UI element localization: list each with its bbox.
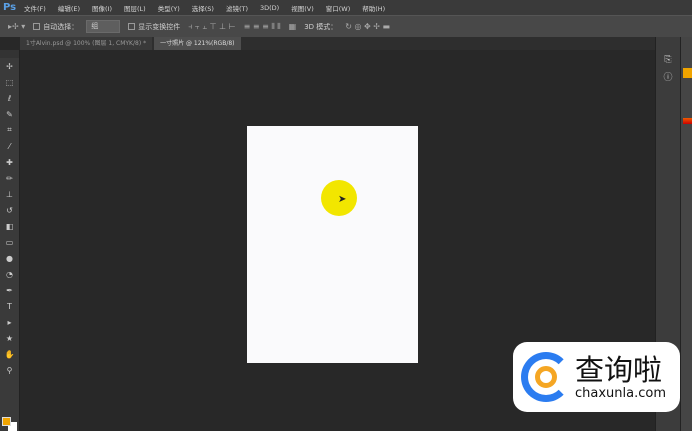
- menu-help[interactable]: 帮助(H): [362, 3, 385, 13]
- chaxunla-logo-icon: [521, 352, 571, 402]
- zoom-tool-icon[interactable]: ⚲: [0, 362, 19, 378]
- auto-select-dropdown[interactable]: 组: [86, 20, 121, 33]
- menu-window[interactable]: 窗口(W): [326, 3, 351, 13]
- move-tool-icon[interactable]: ✢: [0, 58, 19, 74]
- watermark: 查询啦 chaxunla.com: [513, 342, 680, 412]
- menu-filter[interactable]: 滤镜(T): [226, 3, 248, 13]
- document-canvas[interactable]: [247, 126, 418, 363]
- foreground-color-swatch[interactable]: [2, 417, 11, 426]
- shape-tool-icon[interactable]: ★: [0, 330, 19, 346]
- eyedropper-tool-icon[interactable]: ⁄: [0, 138, 19, 154]
- menu-image[interactable]: 图像(I): [92, 3, 112, 13]
- 3d-mode-label: 3D 模式：: [304, 22, 338, 31]
- options-bar: ▸✢ ▾ 自动选择： 组 显示变换控件 ⫞ ⫟ ⫠ ⊤ ⊥ ⊢ ≡ ≡ ≡ ⫴ …: [0, 15, 692, 37]
- distribute-buttons-icon[interactable]: ≡ ≡ ≡ ⫴ ⫴: [244, 22, 281, 32]
- tools-panel: ✢ ⬚ ℓ ✎ ⌗ ⁄ ✚ ✏ ⊥ ↺ ◧ ▭ ● ◔ ✒ T ▸ ★ ✋ ⚲: [0, 50, 20, 431]
- history-brush-icon[interactable]: ↺: [0, 202, 19, 218]
- watermark-domain: chaxunla.com: [575, 385, 666, 401]
- crop-tool-icon[interactable]: ⌗: [0, 122, 19, 138]
- menu-type[interactable]: 类型(Y): [158, 3, 180, 13]
- tab-yicun-zhaopian[interactable]: 一寸照片 @ 121%(RGB/8): [154, 37, 241, 50]
- auto-select-label: 自动选择：: [43, 22, 79, 31]
- color-panel-swatch[interactable]: [683, 68, 692, 78]
- mouse-cursor-icon: ➤: [338, 194, 347, 205]
- menu-edit[interactable]: 编辑(E): [58, 3, 80, 13]
- quick-select-tool-icon[interactable]: ✎: [0, 106, 19, 122]
- type-tool-icon[interactable]: T: [0, 298, 19, 314]
- align-buttons-icon[interactable]: ⫞ ⫟ ⫠ ⊤ ⊥ ⊢: [188, 22, 235, 32]
- marquee-tool-icon[interactable]: ⬚: [0, 74, 19, 90]
- auto-select-checkbox[interactable]: 自动选择：: [33, 22, 78, 32]
- brush-tool-icon[interactable]: ✏: [0, 170, 19, 186]
- tab-1cun-alvin[interactable]: 1寸Alvin.psd @ 100% (图层 1, CMYK/8) *: [20, 37, 153, 50]
- swatch-gradient[interactable]: [683, 118, 692, 124]
- healing-brush-icon[interactable]: ✚: [0, 154, 19, 170]
- auto-align-icon[interactable]: ▦: [289, 22, 297, 31]
- checkbox-icon: [128, 23, 136, 30]
- menu-3d[interactable]: 3D(D): [260, 4, 279, 12]
- gradient-tool-icon[interactable]: ▭: [0, 234, 19, 250]
- menu-file[interactable]: 文件(F): [24, 3, 46, 13]
- pen-tool-icon[interactable]: ✒: [0, 282, 19, 298]
- blur-tool-icon[interactable]: ●: [0, 250, 19, 266]
- path-select-tool-icon[interactable]: ▸: [0, 314, 19, 330]
- lasso-tool-icon[interactable]: ℓ: [0, 90, 19, 106]
- menu-bar: Ps 文件(F) 编辑(E) 图像(I) 图层(L) 类型(Y) 选择(S) 滤…: [0, 0, 692, 15]
- right-panel: [680, 37, 692, 431]
- info-panel-icon[interactable]: ⓘ: [656, 68, 680, 85]
- history-panel-icon[interactable]: ⎘: [656, 51, 680, 68]
- menu-view[interactable]: 视图(V): [291, 3, 314, 13]
- document-tabs: 1寸Alvin.psd @ 100% (图层 1, CMYK/8) * 一寸照片…: [20, 37, 655, 50]
- 3d-tools-icon[interactable]: ↻ ◎ ✥ ✢ ▬: [345, 22, 390, 31]
- menu-select[interactable]: 选择(S): [192, 3, 214, 13]
- stamp-tool-icon[interactable]: ⊥: [0, 186, 19, 202]
- eraser-tool-icon[interactable]: ◧: [0, 218, 19, 234]
- dodge-tool-icon[interactable]: ◔: [0, 266, 19, 282]
- move-tool-icon[interactable]: ▸✢ ▾: [8, 22, 25, 31]
- photoshop-logo: Ps: [3, 2, 17, 13]
- show-transform-checkbox[interactable]: 显示变换控件: [128, 22, 180, 32]
- menu-layer[interactable]: 图层(L): [124, 3, 146, 13]
- hand-tool-icon[interactable]: ✋: [0, 346, 19, 362]
- show-transform-label: 显示变换控件: [138, 22, 181, 31]
- checkbox-icon: [33, 23, 41, 30]
- watermark-name: 查询啦: [575, 352, 663, 387]
